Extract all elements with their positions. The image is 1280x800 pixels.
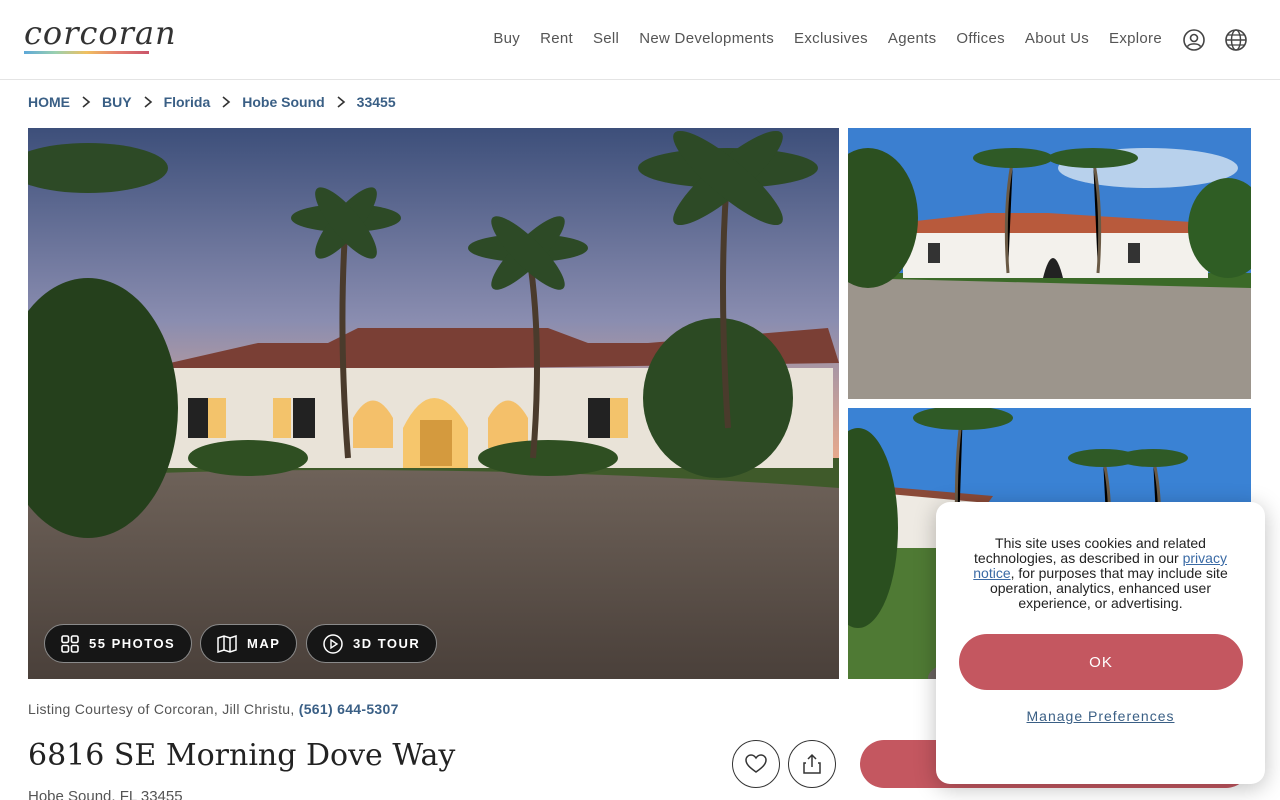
cookie-message: This site uses cookies and related techn… [960, 536, 1241, 611]
cookie-consent-dialog: This site uses cookies and related techn… [936, 502, 1265, 784]
nav-rent[interactable]: Rent [540, 30, 573, 47]
heart-icon [745, 754, 767, 773]
chevron-right-icon [222, 96, 231, 108]
map-button[interactable]: MAP [200, 624, 298, 663]
corcoran-logo[interactable]: corcoran [24, 14, 177, 52]
play-circle-icon [323, 633, 343, 654]
chevron-right-icon [82, 96, 91, 108]
3d-tour-button[interactable]: 3D TOUR [306, 624, 438, 663]
nav-offices[interactable]: Offices [956, 30, 1005, 47]
grid-icon [61, 634, 79, 653]
share-button[interactable] [788, 740, 836, 788]
manage-preferences-link[interactable]: Manage Preferences [936, 708, 1265, 724]
courtesy-text: Listing Courtesy of Corcoran, Jill Chris… [28, 701, 299, 717]
agent-phone-link[interactable]: (561) 644-5307 [299, 701, 399, 717]
map-button-label: MAP [247, 636, 281, 651]
logo-gradient-bar [24, 51, 149, 54]
cookie-text-after: , for purposes that may include site ope… [989, 565, 1228, 611]
user-account-icon[interactable] [1182, 28, 1206, 52]
nav-sell[interactable]: Sell [593, 30, 619, 47]
chevron-right-icon [337, 96, 345, 108]
listing-courtesy: Listing Courtesy of Corcoran, Jill Chris… [28, 701, 399, 717]
main-listing-photo[interactable] [28, 128, 839, 679]
chevron-right-icon [144, 96, 152, 108]
site-header: corcoran Buy Rent Sell New Developments … [0, 0, 1280, 80]
property-address: 6816 SE Morning Dove Way [28, 738, 456, 773]
breadcrumb-buy[interactable]: BUY [102, 94, 132, 110]
favorite-button[interactable] [732, 740, 780, 788]
listing-photo-2[interactable] [848, 128, 1251, 399]
nav-agents[interactable]: Agents [888, 30, 937, 47]
breadcrumb-zip[interactable]: 33455 [357, 94, 396, 110]
breadcrumb-florida[interactable]: Florida [164, 94, 211, 110]
nav-explore[interactable]: Explore [1109, 30, 1162, 47]
breadcrumb-home[interactable]: HOME [28, 94, 70, 110]
property-city-line: Hobe Sound, FL 33455 [28, 788, 183, 800]
photos-button-label: 55 PHOTOS [89, 636, 176, 651]
3d-tour-button-label: 3D TOUR [353, 636, 421, 651]
breadcrumb: HOME BUY Florida Hobe Sound 33455 [28, 94, 396, 110]
photos-button[interactable]: 55 PHOTOS [44, 624, 193, 663]
nav-about-us[interactable]: About Us [1025, 30, 1089, 47]
main-nav: Buy Rent Sell New Developments Exclusive… [493, 30, 1162, 47]
cookie-ok-button[interactable]: OK [959, 634, 1243, 690]
breadcrumb-hobe-sound[interactable]: Hobe Sound [242, 94, 324, 110]
cookie-text-before: This site uses cookies and related techn… [974, 535, 1206, 566]
map-icon [217, 634, 237, 653]
nav-buy[interactable]: Buy [493, 30, 520, 47]
share-icon [803, 753, 821, 774]
nav-exclusives[interactable]: Exclusives [794, 30, 868, 47]
nav-new-developments[interactable]: New Developments [639, 30, 774, 47]
globe-icon[interactable] [1224, 28, 1248, 52]
